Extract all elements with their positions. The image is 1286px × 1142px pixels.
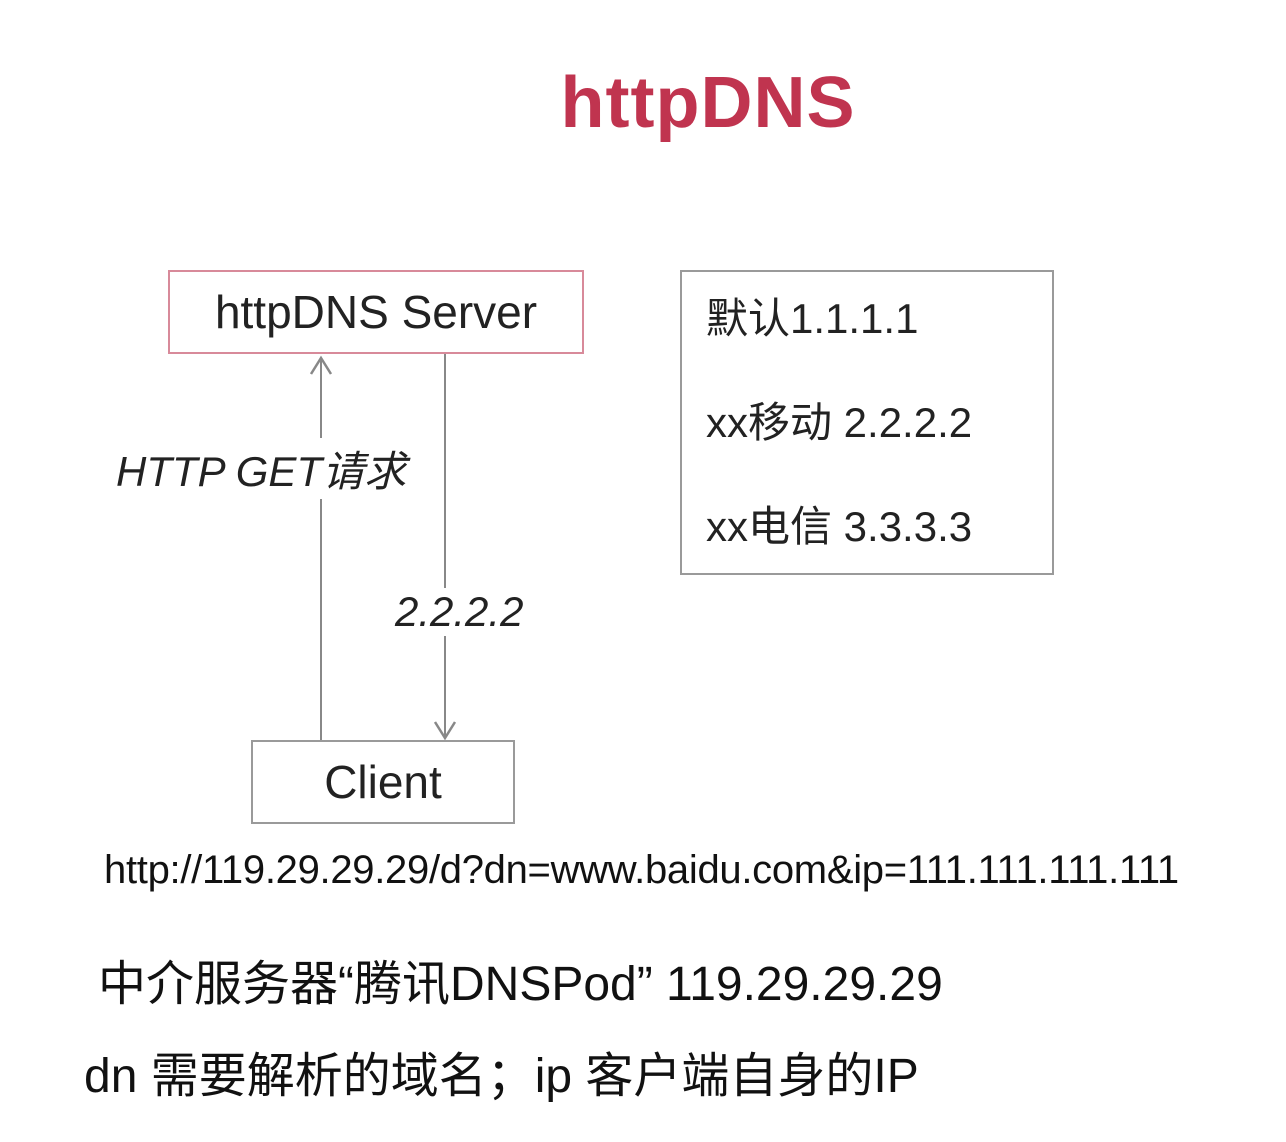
ip-mapping-box: 默认1.1.1.1 xx移动 2.2.2.2 xx电信 3.3.3.3 [680,270,1054,575]
client-node: Client [251,740,515,824]
mapping-mobile: xx移动 2.2.2.2 [706,399,973,446]
mapping-telecom: xx电信 3.3.3.3 [706,503,973,550]
server-label: httpDNS Server [214,286,538,338]
mapping-default: 默认1.1.1.1 [706,295,919,342]
response-label: 2.2.2.2 [395,588,524,636]
httpdns-server-node: httpDNS Server [168,270,584,354]
note-dnspod: 中介服务器“腾讯DNSPod” 119.29.29.29 [98,958,943,1011]
note-params: dn 需要解析的域名；ip 客户端自身的IP [84,1050,919,1103]
client-label: Client [324,756,442,808]
request-label: HTTP GET请求 [116,438,407,499]
request-url: http://119.29.29.29/d?dn=www.baidu.com&i… [104,848,1179,892]
